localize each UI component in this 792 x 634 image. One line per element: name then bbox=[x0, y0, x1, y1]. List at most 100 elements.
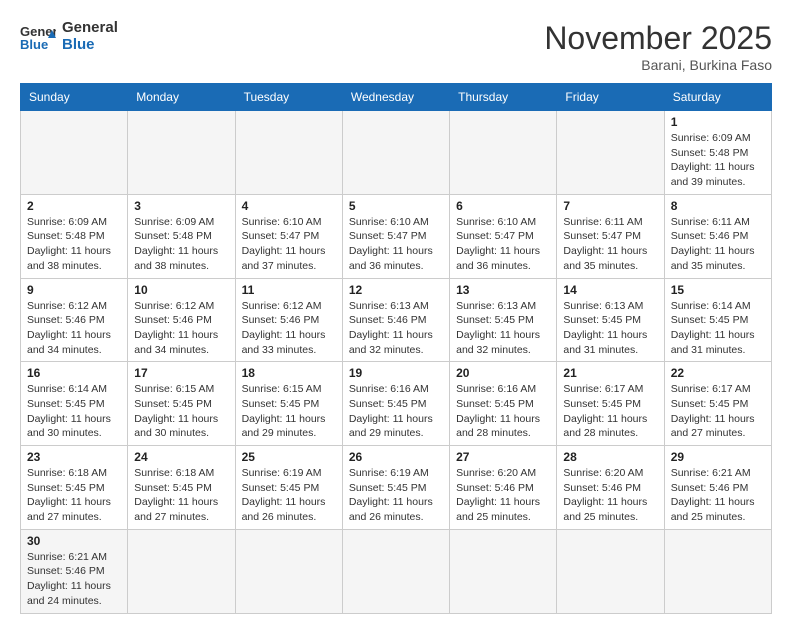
day-info: Sunrise: 6:19 AMSunset: 5:45 PMDaylight:… bbox=[349, 466, 443, 525]
day-cell-4-5: 28 Sunrise: 6:20 AMSunset: 5:46 PMDayligh… bbox=[557, 446, 664, 530]
day-cell-4-0: 23Sunrise: 6:18 AMSunset: 5:45 PMDayligh… bbox=[21, 446, 128, 530]
day-number: 12 bbox=[349, 283, 443, 297]
day-cell-4-4: 27 Sunrise: 6:20 AMSunset: 5:46 PMDayligh… bbox=[450, 446, 557, 530]
day-number: 4 bbox=[242, 199, 336, 213]
day-info: Sunrise: 6:14 AMSunset: 5:45 PMDaylight:… bbox=[671, 299, 765, 358]
header-tuesday: Tuesday bbox=[235, 84, 342, 111]
day-number: 24 bbox=[134, 450, 228, 464]
location: Barani, Burkina Faso bbox=[544, 57, 772, 73]
page-header: General Blue General Blue November 2025 … bbox=[20, 20, 772, 73]
week-row-2: 9 Sunrise: 6:12 AMSunset: 5:46 PMDaylight… bbox=[21, 278, 772, 362]
day-info: Sunrise: 6:12 AMSunset: 5:46 PMDaylight:… bbox=[242, 299, 336, 358]
day-number: 1 bbox=[671, 115, 765, 129]
day-number: 30 bbox=[27, 534, 121, 548]
day-number: 9 bbox=[27, 283, 121, 297]
day-number: 18 bbox=[242, 366, 336, 380]
day-cell-0-2 bbox=[235, 111, 342, 195]
day-info: Sunrise: 6:13 AMSunset: 5:45 PMDaylight:… bbox=[563, 299, 657, 358]
day-info: Sunrise: 6:17 AMSunset: 5:45 PMDaylight:… bbox=[671, 382, 765, 441]
day-number: 25 bbox=[242, 450, 336, 464]
week-row-4: 23Sunrise: 6:18 AMSunset: 5:45 PMDayligh… bbox=[21, 446, 772, 530]
day-info: Sunrise: 6:20 AMSunset: 5:46 PMDaylight:… bbox=[456, 466, 550, 525]
day-info: Sunrise: 6:12 AMSunset: 5:46 PMDaylight:… bbox=[134, 299, 228, 358]
day-cell-5-3 bbox=[342, 529, 449, 613]
week-row-3: 16 Sunrise: 6:14 AMSunset: 5:45 PMDayligh… bbox=[21, 362, 772, 446]
day-info: Sunrise: 6:18 AMSunset: 5:45 PMDaylight:… bbox=[27, 466, 121, 525]
calendar: SundayMondayTuesdayWednesdayThursdayFrid… bbox=[20, 83, 772, 614]
day-info: Sunrise: 6:09 AMSunset: 5:48 PMDaylight:… bbox=[27, 215, 121, 274]
day-cell-3-1: 17 Sunrise: 6:15 AMSunset: 5:45 PMDayligh… bbox=[128, 362, 235, 446]
day-number: 8 bbox=[671, 199, 765, 213]
day-info: Sunrise: 6:10 AMSunset: 5:47 PMDaylight:… bbox=[242, 215, 336, 274]
week-row-0: 1Sunrise: 6:09 AMSunset: 5:48 PMDaylight… bbox=[21, 111, 772, 195]
day-number: 2 bbox=[27, 199, 121, 213]
day-cell-5-5 bbox=[557, 529, 664, 613]
day-number: 13 bbox=[456, 283, 550, 297]
day-cell-0-3 bbox=[342, 111, 449, 195]
day-cell-0-4 bbox=[450, 111, 557, 195]
logo: General Blue General Blue bbox=[20, 20, 118, 53]
day-info: Sunrise: 6:16 AMSunset: 5:45 PMDaylight:… bbox=[456, 382, 550, 441]
day-number: 20 bbox=[456, 366, 550, 380]
logo-icon: General Blue bbox=[20, 22, 56, 52]
header-thursday: Thursday bbox=[450, 84, 557, 111]
day-cell-2-0: 9 Sunrise: 6:12 AMSunset: 5:46 PMDaylight… bbox=[21, 278, 128, 362]
day-number: 10 bbox=[134, 283, 228, 297]
day-cell-1-2: 4 Sunrise: 6:10 AMSunset: 5:47 PMDaylight… bbox=[235, 194, 342, 278]
month-title: November 2025 bbox=[544, 20, 772, 57]
day-cell-2-6: 15 Sunrise: 6:14 AMSunset: 5:45 PMDayligh… bbox=[664, 278, 771, 362]
day-number: 19 bbox=[349, 366, 443, 380]
day-info: Sunrise: 6:13 AMSunset: 5:45 PMDaylight:… bbox=[456, 299, 550, 358]
day-info: Sunrise: 6:11 AMSunset: 5:46 PMDaylight:… bbox=[671, 215, 765, 274]
day-cell-1-3: 5Sunrise: 6:10 AMSunset: 5:47 PMDaylight… bbox=[342, 194, 449, 278]
day-number: 27 bbox=[456, 450, 550, 464]
weekday-header-row: SundayMondayTuesdayWednesdayThursdayFrid… bbox=[21, 84, 772, 111]
day-number: 17 bbox=[134, 366, 228, 380]
day-info: Sunrise: 6:15 AMSunset: 5:45 PMDaylight:… bbox=[134, 382, 228, 441]
day-cell-1-5: 7Sunrise: 6:11 AMSunset: 5:47 PMDaylight… bbox=[557, 194, 664, 278]
day-cell-0-6: 1Sunrise: 6:09 AMSunset: 5:48 PMDaylight… bbox=[664, 111, 771, 195]
day-number: 22 bbox=[671, 366, 765, 380]
day-cell-0-1 bbox=[128, 111, 235, 195]
day-cell-4-2: 25 Sunrise: 6:19 AMSunset: 5:45 PMDayligh… bbox=[235, 446, 342, 530]
day-cell-1-0: 2 Sunrise: 6:09 AMSunset: 5:48 PMDaylight… bbox=[21, 194, 128, 278]
day-number: 3 bbox=[134, 199, 228, 213]
logo-general: General bbox=[62, 19, 118, 36]
day-info: Sunrise: 6:14 AMSunset: 5:45 PMDaylight:… bbox=[27, 382, 121, 441]
day-cell-3-2: 18 Sunrise: 6:15 AMSunset: 5:45 PMDayligh… bbox=[235, 362, 342, 446]
day-cell-2-5: 14 Sunrise: 6:13 AMSunset: 5:45 PMDayligh… bbox=[557, 278, 664, 362]
day-cell-4-6: 29 Sunrise: 6:21 AMSunset: 5:46 PMDayligh… bbox=[664, 446, 771, 530]
day-cell-3-0: 16 Sunrise: 6:14 AMSunset: 5:45 PMDayligh… bbox=[21, 362, 128, 446]
day-number: 29 bbox=[671, 450, 765, 464]
day-info: Sunrise: 6:21 AMSunset: 5:46 PMDaylight:… bbox=[671, 466, 765, 525]
day-number: 16 bbox=[27, 366, 121, 380]
day-cell-4-1: 24 Sunrise: 6:18 AMSunset: 5:45 PMDayligh… bbox=[128, 446, 235, 530]
day-cell-5-4 bbox=[450, 529, 557, 613]
day-cell-2-3: 12Sunrise: 6:13 AMSunset: 5:46 PMDayligh… bbox=[342, 278, 449, 362]
day-number: 26 bbox=[349, 450, 443, 464]
day-number: 15 bbox=[671, 283, 765, 297]
day-cell-5-6 bbox=[664, 529, 771, 613]
day-cell-2-2: 11Sunrise: 6:12 AMSunset: 5:46 PMDayligh… bbox=[235, 278, 342, 362]
day-info: Sunrise: 6:16 AMSunset: 5:45 PMDaylight:… bbox=[349, 382, 443, 441]
day-info: Sunrise: 6:20 AMSunset: 5:46 PMDaylight:… bbox=[563, 466, 657, 525]
day-cell-1-4: 6Sunrise: 6:10 AMSunset: 5:47 PMDaylight… bbox=[450, 194, 557, 278]
day-number: 21 bbox=[563, 366, 657, 380]
day-number: 28 bbox=[563, 450, 657, 464]
day-info: Sunrise: 6:09 AMSunset: 5:48 PMDaylight:… bbox=[134, 215, 228, 274]
day-cell-0-5 bbox=[557, 111, 664, 195]
logo-blue: Blue bbox=[62, 36, 95, 53]
day-info: Sunrise: 6:18 AMSunset: 5:45 PMDaylight:… bbox=[134, 466, 228, 525]
day-info: Sunrise: 6:12 AMSunset: 5:46 PMDaylight:… bbox=[27, 299, 121, 358]
day-cell-5-0: 30Sunrise: 6:21 AMSunset: 5:46 PMDayligh… bbox=[21, 529, 128, 613]
day-cell-3-3: 19 Sunrise: 6:16 AMSunset: 5:45 PMDayligh… bbox=[342, 362, 449, 446]
title-block: November 2025 Barani, Burkina Faso bbox=[544, 20, 772, 73]
day-cell-1-1: 3 Sunrise: 6:09 AMSunset: 5:48 PMDaylight… bbox=[128, 194, 235, 278]
day-cell-2-4: 13 Sunrise: 6:13 AMSunset: 5:45 PMDayligh… bbox=[450, 278, 557, 362]
day-cell-4-3: 26 Sunrise: 6:19 AMSunset: 5:45 PMDayligh… bbox=[342, 446, 449, 530]
day-info: Sunrise: 6:19 AMSunset: 5:45 PMDaylight:… bbox=[242, 466, 336, 525]
day-number: 14 bbox=[563, 283, 657, 297]
day-info: Sunrise: 6:15 AMSunset: 5:45 PMDaylight:… bbox=[242, 382, 336, 441]
day-info: Sunrise: 6:11 AMSunset: 5:47 PMDaylight:… bbox=[563, 215, 657, 274]
day-info: Sunrise: 6:10 AMSunset: 5:47 PMDaylight:… bbox=[456, 215, 550, 274]
